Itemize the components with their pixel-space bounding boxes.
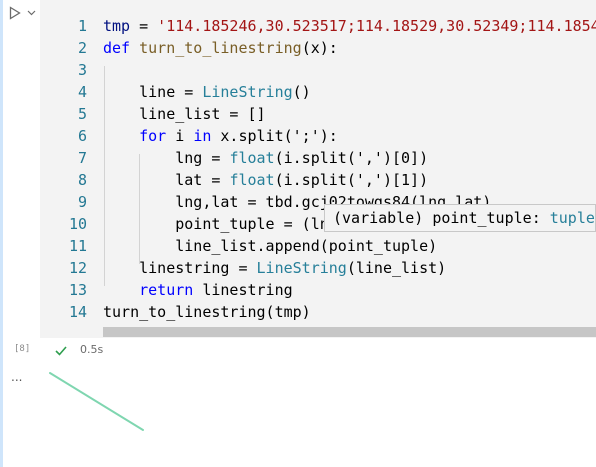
code-text: def turn_to_linestring(x): bbox=[103, 39, 338, 57]
code-line[interactable]: 6 for i in x.split(';'): bbox=[40, 125, 596, 147]
line-number: 4 bbox=[77, 83, 87, 101]
code-line[interactable]: 11 line_list.append(point_tuple) bbox=[40, 235, 596, 257]
execution-time: 0.5s bbox=[80, 343, 104, 356]
line-number: 11 bbox=[68, 237, 87, 255]
code-text: return linestring bbox=[103, 281, 293, 299]
code-text: line_list = [] bbox=[103, 105, 266, 123]
line-number: 5 bbox=[77, 105, 87, 123]
cell-focus-bar bbox=[0, 0, 3, 467]
execution-count: [8] bbox=[14, 344, 31, 354]
code-text: linestring = LineString(line_list) bbox=[103, 259, 447, 277]
code-line[interactable]: 13 return linestring bbox=[40, 279, 596, 301]
code-text: lat = float(i.split(',')[1]) bbox=[103, 171, 429, 189]
code-line[interactable]: 8 lat = float(i.split(',')[1]) bbox=[40, 169, 596, 191]
linestring-line bbox=[49, 372, 144, 431]
code-line[interactable]: 3 bbox=[40, 59, 596, 81]
run-controls bbox=[9, 6, 36, 20]
code-text: line = LineString() bbox=[103, 83, 311, 101]
code-text: line_list.append(point_tuple) bbox=[103, 237, 438, 255]
code-line[interactable]: 14 turn_to_linestring(tmp) bbox=[40, 301, 596, 323]
line-number: 9 bbox=[77, 193, 87, 211]
code-text: lng = float(i.split(',')[0]) bbox=[103, 149, 429, 167]
line-number: 3 bbox=[77, 61, 87, 79]
tooltip-name: point_tuple bbox=[432, 209, 532, 227]
play-icon[interactable] bbox=[9, 6, 21, 20]
tooltip-type: tuple bbox=[549, 209, 595, 227]
check-icon bbox=[54, 342, 68, 361]
code-line[interactable]: 1 tmp = '114.185246,30.523517;114.18529,3… bbox=[40, 15, 596, 37]
line-number: 14 bbox=[68, 303, 87, 321]
code-text: turn_to_linestring(tmp) bbox=[103, 303, 311, 321]
line-number: 13 bbox=[68, 281, 87, 299]
line-number: 6 bbox=[77, 127, 87, 145]
code-line[interactable]: 5 line_list = [] bbox=[40, 103, 596, 125]
output-more-button[interactable]: ... bbox=[11, 370, 22, 384]
code-line[interactable]: 4 line = LineString() bbox=[40, 81, 596, 103]
code-line[interactable]: 2 def turn_to_linestring(x): bbox=[40, 37, 596, 59]
tooltip-kind: (variable) bbox=[333, 209, 424, 227]
code-text: for i in x.split(';'): bbox=[103, 127, 338, 145]
line-number: 8 bbox=[77, 171, 87, 189]
code-editor[interactable]: 1 tmp = '114.185246,30.523517;114.18529,3… bbox=[40, 0, 596, 338]
cell-status-bar: [8] 0.5s bbox=[0, 338, 596, 362]
line-number: 10 bbox=[68, 215, 87, 233]
code-text: tmp = '114.185246,30.523517;114.18529,30… bbox=[103, 17, 596, 35]
chevron-down-icon[interactable] bbox=[27, 10, 36, 16]
code-line[interactable]: 12 linestring = LineString(line_list) bbox=[40, 257, 596, 279]
line-number: 7 bbox=[77, 149, 87, 167]
horizontal-scrollbar[interactable] bbox=[103, 327, 596, 337]
line-number: 1 bbox=[77, 17, 87, 35]
code-text: point_tuple = (ln bbox=[103, 215, 329, 233]
line-number: 12 bbox=[68, 259, 87, 277]
line-number: 2 bbox=[77, 39, 87, 57]
hover-tooltip: (variable) point_tuple: tuple bbox=[324, 204, 596, 232]
linestring-output-plot bbox=[49, 372, 144, 431]
code-line[interactable]: 7 lng = float(i.split(',')[0]) bbox=[40, 147, 596, 169]
